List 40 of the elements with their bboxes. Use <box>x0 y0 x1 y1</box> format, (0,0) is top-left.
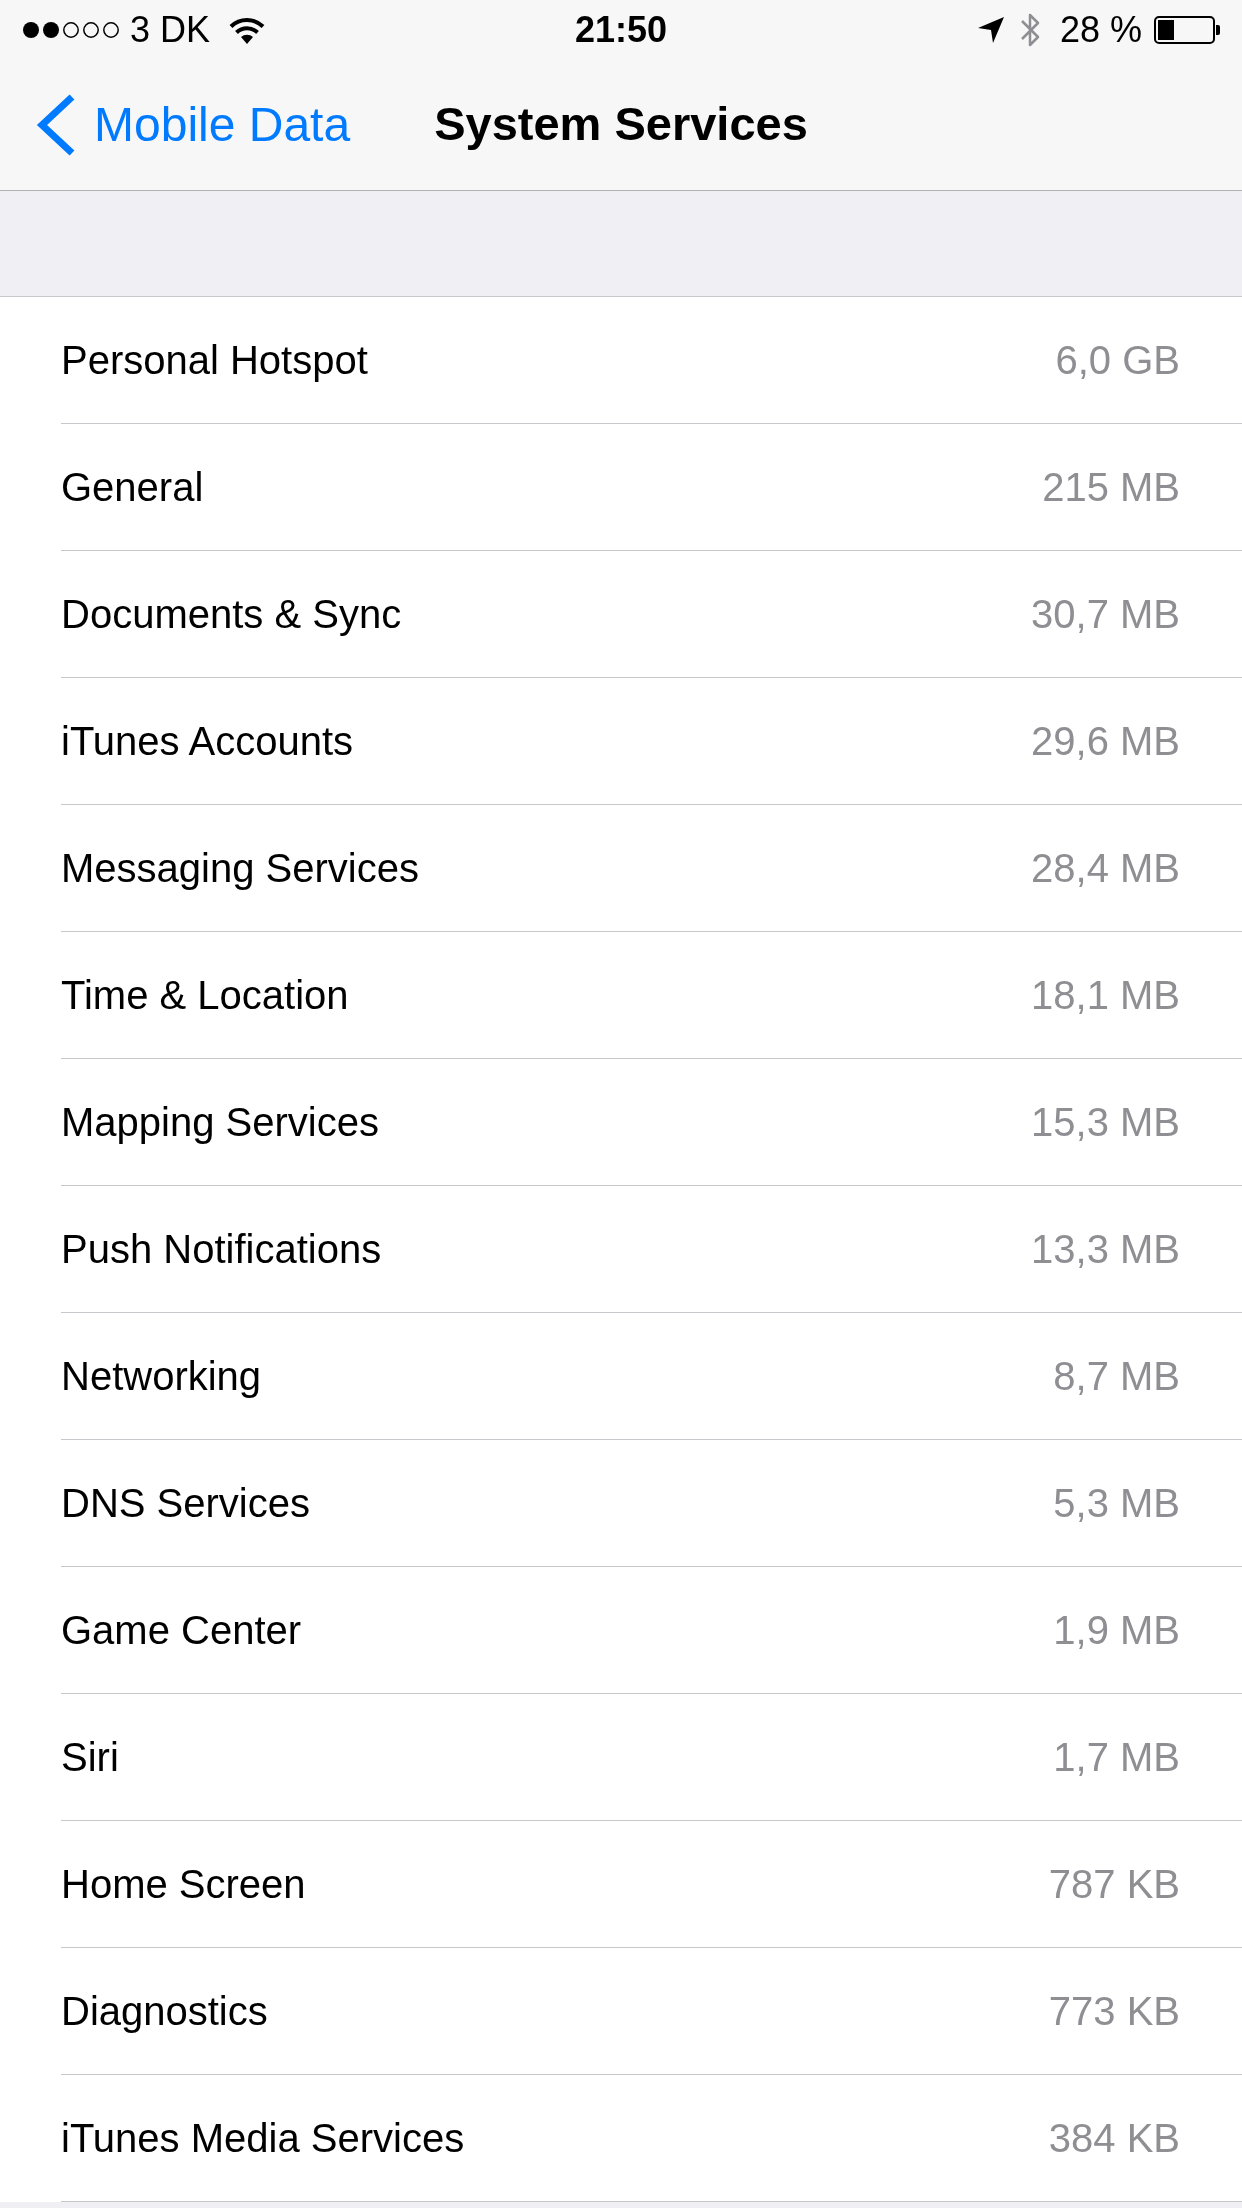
data-usage-value: 215 MB <box>1042 467 1180 507</box>
service-name: General <box>61 467 204 507</box>
data-usage-value: 6,0 GB <box>1055 340 1180 380</box>
service-name: Diagnostics <box>61 1991 268 2031</box>
service-name: Messaging Services <box>61 848 419 888</box>
location-arrow-icon <box>977 17 1004 43</box>
service-name: Mapping Services <box>61 1102 379 1142</box>
service-name: Time & Location <box>61 975 349 1015</box>
wifi-icon <box>228 16 267 44</box>
data-usage-value: 8,7 MB <box>1053 1356 1180 1396</box>
back-button[interactable]: Mobile Data <box>36 94 351 156</box>
battery-icon <box>1154 16 1220 44</box>
data-usage-value: 18,1 MB <box>1031 975 1180 1015</box>
service-name: Push Notifications <box>61 1229 382 1269</box>
data-usage-value: 773 KB <box>1048 1991 1180 2031</box>
service-name: iTunes Media Services <box>61 2118 465 2158</box>
data-usage-value: 384 KB <box>1048 2118 1180 2158</box>
data-usage-value: 5,3 MB <box>1053 1483 1180 1523</box>
service-name: Networking <box>61 1356 262 1396</box>
service-name: iTunes Accounts <box>61 721 353 761</box>
data-usage-value: 1,7 MB <box>1053 1737 1180 1777</box>
service-name: Game Center <box>61 1610 302 1650</box>
clock-time: 21:50 <box>574 12 668 48</box>
service-name: DNS Services <box>61 1483 310 1523</box>
bluetooth-icon <box>1019 12 1040 48</box>
data-usage-value: 30,7 MB <box>1031 594 1180 634</box>
data-usage-value: 28,4 MB <box>1031 848 1180 888</box>
battery-percentage: 28 % <box>1059 12 1142 48</box>
data-usage-value: 13,3 MB <box>1031 1229 1180 1269</box>
back-chevron-icon <box>36 94 76 156</box>
data-usage-value: 1,9 MB <box>1053 1610 1180 1650</box>
data-usage-value: 29,6 MB <box>1031 721 1180 761</box>
carrier-name: 3 DK <box>130 12 211 48</box>
signal-strength-icon <box>22 21 120 39</box>
service-name: Documents & Sync <box>61 594 402 634</box>
data-usage-value: 15,3 MB <box>1031 1102 1180 1142</box>
service-name: Siri <box>61 1737 119 1777</box>
service-name: Home Screen <box>61 1864 306 1904</box>
data-usage-value: 787 KB <box>1048 1864 1180 1904</box>
service-name: Personal Hotspot <box>61 340 368 380</box>
